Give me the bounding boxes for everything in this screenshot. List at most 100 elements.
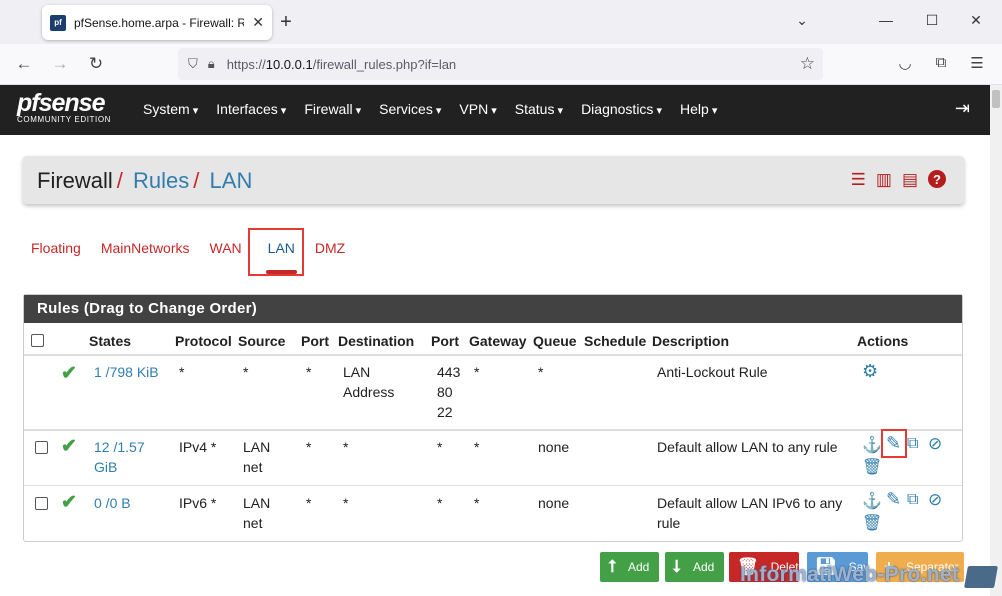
menu-firewall[interactable]: Firewall bbox=[295, 101, 370, 117]
anchor-icon[interactable]: ⚓ bbox=[862, 435, 882, 455]
col-protocol: Protocol bbox=[175, 333, 232, 349]
rule-gateway: * bbox=[474, 439, 480, 455]
col-actions: Actions bbox=[857, 333, 909, 349]
rule-checkbox[interactable] bbox=[35, 441, 48, 454]
rule-description: Default allow LAN to any rule bbox=[657, 439, 838, 455]
close-window-icon[interactable]: ✕ bbox=[966, 12, 986, 29]
rule-protocol: IPv6 * bbox=[179, 495, 217, 511]
breadcrumb-panel: Firewall / Rules / LAN ☰ ▥ ▤ ? bbox=[23, 156, 964, 204]
trash-icon[interactable]: 🗑︎ bbox=[862, 457, 882, 477]
pfsense-logo[interactable]: pfsense COMMUNITY EDITION bbox=[17, 89, 111, 124]
logo-text: pfsense bbox=[17, 89, 105, 117]
disable-icon[interactable]: ⊘ bbox=[928, 434, 942, 454]
tab-dmz[interactable]: DMZ bbox=[307, 236, 353, 260]
menu-services[interactable]: Services bbox=[370, 101, 450, 117]
scrollbar-thumb[interactable] bbox=[992, 90, 1000, 108]
list-icon[interactable]: ▤ bbox=[902, 170, 918, 190]
browser-nav-bar: ← → ↻ ⛉ 🔒︎ https://10.0.0.1/firewall_rul… bbox=[0, 44, 1002, 85]
menu-system[interactable]: System bbox=[134, 101, 207, 117]
address-bar[interactable]: ⛉ 🔒︎ https://10.0.0.1/firewall_rules.php… bbox=[178, 48, 823, 80]
row-divider bbox=[24, 429, 962, 431]
select-all-checkbox[interactable] bbox=[31, 334, 44, 347]
rule-port: * bbox=[306, 495, 312, 511]
menu-diagnostics[interactable]: Diagnostics bbox=[572, 101, 671, 117]
laptop-logo-icon bbox=[964, 566, 998, 588]
anchor-icon[interactable]: ⚓ bbox=[862, 491, 882, 511]
rule-states[interactable]: 0 /0 B bbox=[94, 493, 131, 513]
tab-list-chevron-icon[interactable]: ⌄ bbox=[792, 12, 812, 29]
page-scrollbar[interactable] bbox=[990, 85, 1002, 596]
col-source: Source bbox=[238, 333, 286, 349]
back-arrow-icon[interactable]: ← bbox=[12, 54, 36, 74]
rule-description: Anti-Lockout Rule bbox=[657, 364, 768, 380]
sliders-icon[interactable]: ☰ bbox=[851, 170, 866, 190]
rule-dport: * bbox=[437, 495, 443, 511]
browser-tab-bar: pf pfSense.home.arpa - Firewall: R ✕ + ⌄… bbox=[0, 0, 1002, 44]
maximize-window-icon[interactable]: ☐ bbox=[922, 12, 942, 29]
rule-protocol: * bbox=[179, 364, 185, 380]
logout-icon[interactable]: ⇥ bbox=[955, 98, 970, 119]
page-icons: ☰ ▥ ▤ ? bbox=[851, 170, 946, 190]
menu-status[interactable]: Status bbox=[506, 101, 572, 117]
col-states: States bbox=[89, 333, 132, 349]
breadcrumb: Firewall / Rules / LAN bbox=[37, 168, 253, 193]
rule-dport: 443 80 22 bbox=[437, 364, 461, 420]
close-tab-icon[interactable]: ✕ bbox=[252, 14, 264, 31]
add-top-button[interactable]: ⭡ Add bbox=[600, 552, 659, 582]
new-tab-icon[interactable]: + bbox=[276, 11, 296, 34]
add-top-label: Add bbox=[628, 560, 650, 574]
rule-states[interactable]: 1 /798 KiB bbox=[94, 362, 159, 382]
menu-vpn[interactable]: VPN bbox=[450, 101, 505, 117]
bookmark-star-icon[interactable]: ☆ bbox=[800, 54, 815, 74]
help-icon[interactable]: ? bbox=[928, 170, 946, 188]
reload-icon[interactable]: ↻ bbox=[84, 54, 108, 74]
hamburger-menu-icon[interactable]: ☰ bbox=[966, 54, 988, 72]
col-queue: Queue bbox=[533, 333, 577, 349]
menu-interfaces[interactable]: Interfaces bbox=[207, 101, 295, 117]
pfsense-header: pfsense COMMUNITY EDITION System Interfa… bbox=[0, 85, 990, 135]
breadcrumb-lan[interactable]: LAN bbox=[210, 168, 253, 193]
col-destination: Destination bbox=[338, 333, 415, 349]
tab-mainnetworks[interactable]: MainNetworks bbox=[93, 236, 198, 260]
pocket-icon[interactable]: ◡ bbox=[894, 54, 916, 72]
tab-floating[interactable]: Floating bbox=[23, 236, 89, 260]
tab-wan[interactable]: WAN bbox=[202, 236, 250, 260]
rules-panel: Rules (Drag to Change Order) States Prot… bbox=[23, 294, 963, 542]
add-bottom-button[interactable]: ⭣ Add bbox=[665, 552, 724, 582]
breadcrumb-firewall: Firewall bbox=[37, 168, 113, 193]
lock-icon[interactable]: 🔒︎ bbox=[208, 56, 215, 72]
pfsense-favicon-icon: pf bbox=[50, 14, 66, 31]
minimize-window-icon[interactable]: — bbox=[876, 12, 896, 28]
copy-icon[interactable]: ⧉ bbox=[907, 435, 918, 453]
browser-tab-title: pfSense.home.arpa - Firewall: R bbox=[74, 15, 244, 30]
copy-icon[interactable]: ⧉ bbox=[907, 491, 918, 509]
gear-icon[interactable]: ⚙ bbox=[862, 361, 878, 382]
rule-destination: LAN Address bbox=[343, 364, 395, 400]
col-schedule: Schedule bbox=[584, 333, 647, 349]
rule-queue: none bbox=[538, 439, 570, 455]
rule-states[interactable]: 12 /1.57 GiB bbox=[94, 437, 145, 477]
rule-source: * bbox=[243, 364, 249, 380]
logo-subtitle: COMMUNITY EDITION bbox=[17, 115, 112, 124]
add-bottom-label: Add bbox=[693, 560, 715, 574]
pencil-edit-icon[interactable]: ✎ bbox=[886, 489, 901, 510]
rule-destination: * bbox=[343, 439, 349, 455]
bar-chart-icon[interactable]: ▥ bbox=[876, 170, 892, 190]
browser-tab[interactable]: pf pfSense.home.arpa - Firewall: R ✕ bbox=[42, 5, 272, 40]
rule-source: LAN net bbox=[243, 439, 271, 475]
rule-description: Default allow LAN IPv6 to any rule bbox=[657, 495, 843, 531]
menu-help[interactable]: Help bbox=[671, 101, 726, 117]
forward-arrow-icon[interactable]: → bbox=[48, 54, 72, 74]
extensions-icon[interactable]: ⧉ bbox=[930, 54, 952, 71]
rule-enabled-check-icon: ✔ bbox=[61, 436, 77, 457]
trash-icon[interactable]: 🗑︎ bbox=[862, 513, 882, 533]
rule-checkbox[interactable] bbox=[35, 497, 48, 510]
disable-icon[interactable]: ⊘ bbox=[928, 490, 942, 510]
breadcrumb-rules[interactable]: Rules bbox=[133, 168, 189, 193]
arrow-down-icon: ⭣ bbox=[673, 557, 681, 576]
shield-icon[interactable]: ⛉ bbox=[188, 56, 198, 72]
col-gateway: Gateway bbox=[469, 333, 527, 349]
header-divider bbox=[24, 354, 962, 356]
rule-enabled-check-icon: ✔ bbox=[61, 363, 77, 384]
rule-queue: * bbox=[538, 364, 544, 380]
